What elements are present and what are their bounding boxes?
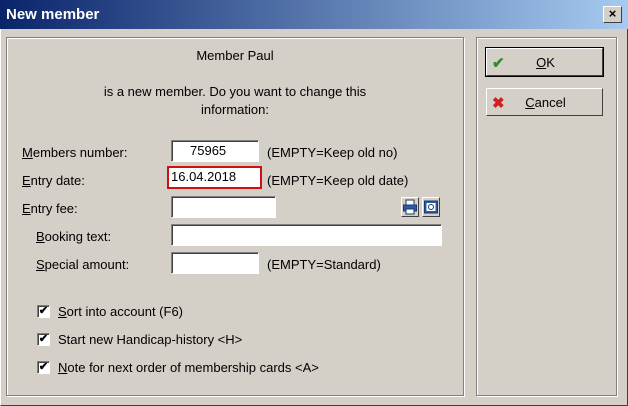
cancel-button[interactable]: ✖ Cancel — [486, 88, 603, 116]
window-title: New member — [6, 6, 100, 23]
members-number-label: Members number: — [22, 145, 128, 160]
handicap-history-checkbox[interactable]: ✔ — [37, 333, 50, 346]
special-amount-label: Special amount: — [36, 257, 130, 272]
booking-text-label: Booking text: — [36, 229, 112, 244]
message-text-line: information: — [201, 102, 269, 117]
message-text-line: is a new member. Do you want to change t… — [103, 84, 367, 99]
membership-cards-label: Note for next order of membership cards … — [58, 360, 319, 375]
special-amount-input[interactable] — [171, 252, 259, 274]
sort-into-account-checkbox[interactable]: ✔ — [37, 305, 50, 318]
entry-fee-label: Entry fee: — [22, 201, 78, 216]
members-number-hint: (EMPTY=Keep old no) — [267, 145, 398, 160]
close-button[interactable]: × — [603, 6, 622, 23]
booking-text-input[interactable] — [171, 224, 442, 246]
preview-icon — [424, 200, 438, 214]
special-amount-hint: (EMPTY=Standard) — [267, 257, 381, 272]
entry-date-label: Entry date: — [22, 173, 85, 188]
sort-into-account-label: Sort into account (F6) — [58, 304, 183, 319]
entry-date-hint: (EMPTY=Keep old date) — [267, 173, 409, 188]
ok-button[interactable]: ✔ OK — [485, 47, 604, 77]
entry-fee-input[interactable] — [171, 196, 276, 218]
printer-icon — [403, 199, 417, 215]
cancel-button-label: Cancel — [525, 95, 566, 110]
title-bar: New member × — [0, 0, 628, 29]
member-name-text: Member Paul — [196, 48, 274, 63]
entry-date-input[interactable]: 16.04.2018 — [167, 166, 262, 189]
ok-button-label: OK — [536, 55, 555, 70]
preview-button[interactable] — [422, 197, 440, 217]
members-number-input[interactable]: 75965 — [171, 140, 259, 162]
handicap-history-label: Start new Handicap-history <H> — [58, 332, 243, 347]
print-button[interactable] — [401, 197, 419, 217]
membership-cards-checkbox[interactable]: ✔ — [37, 361, 50, 374]
